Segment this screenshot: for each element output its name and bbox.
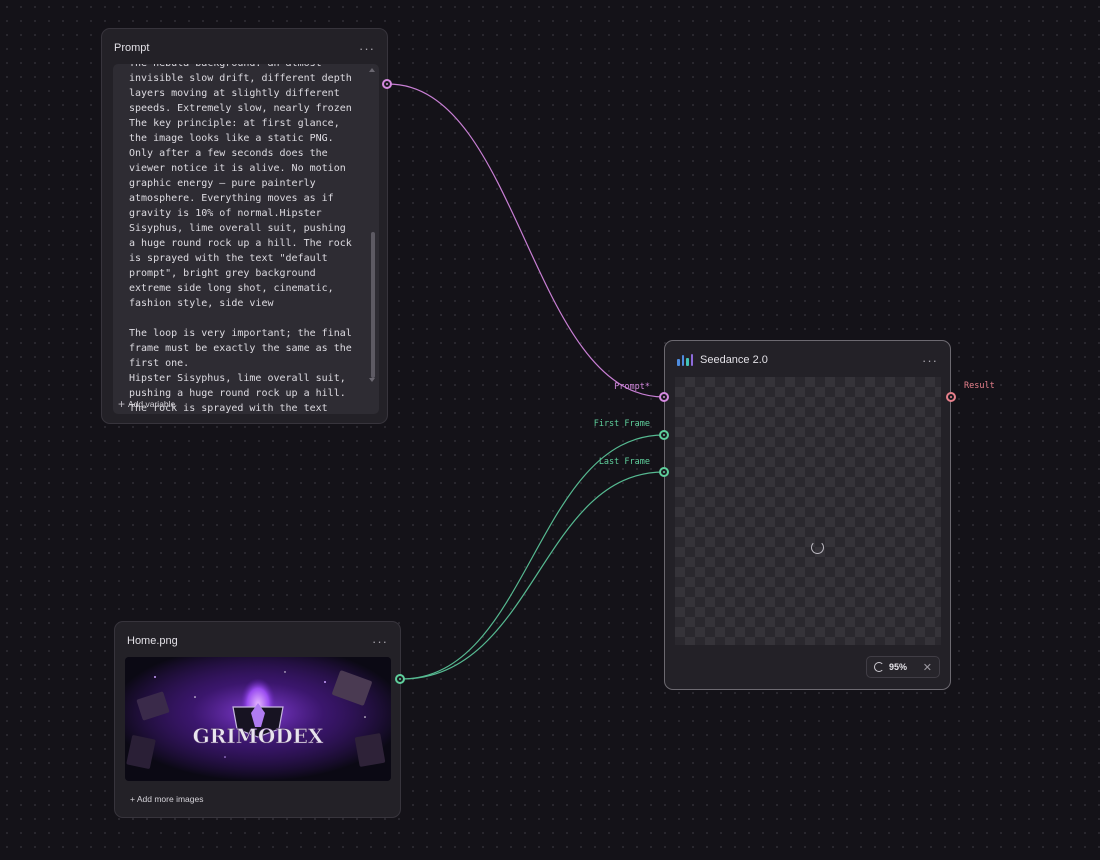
scrollbar-thumb[interactable] [371,232,375,378]
port-label-result: Result [964,381,995,391]
more-options-icon[interactable]: ··· [922,354,938,367]
image-node[interactable]: Home.png ··· GRIMODEX + Add more images [114,621,401,818]
port-label-prompt: Prompt* [614,382,650,392]
image-node-title: Home.png [127,635,178,647]
progress-percent: 95% [889,662,908,672]
result-output-handle[interactable] [946,392,956,402]
progress-spinner-icon [874,662,884,672]
add-variable-label: Add variable [128,399,176,409]
scrollbar[interactable] [370,68,376,382]
wire-image-to-first-frame [400,434,665,680]
add-variable-button[interactable]: + Add variable [118,397,176,411]
port-label-first-frame: First Frame [593,419,650,429]
progress-indicator: 95% ✕ [866,656,940,678]
first-frame-input-handle[interactable] [659,430,669,440]
more-options-icon[interactable]: ··· [372,635,388,648]
wire-image-to-last-frame [400,471,665,680]
prompt-output-handle[interactable] [382,79,392,89]
last-frame-input-handle[interactable] [659,467,669,477]
seedance-node-title: Seedance 2.0 [700,354,768,366]
prompt-textarea[interactable]: The nebula background: an almost invisib… [113,64,379,414]
prompt-node-header[interactable]: Prompt ··· [102,29,387,67]
image-thumbnail[interactable]: GRIMODEX [125,657,391,781]
scroll-down-icon[interactable] [369,378,375,382]
seedance-node[interactable]: Seedance 2.0 ··· 95% ✕ [664,340,951,690]
cancel-icon[interactable]: ✕ [923,661,932,674]
prompt-node-title: Prompt [114,42,150,54]
add-more-images-button[interactable]: + Add more images [130,794,203,804]
more-options-icon[interactable]: ··· [359,42,375,55]
wire-prompt-to-seedance [387,83,665,398]
result-preview [675,377,941,645]
prompt-node[interactable]: Prompt ··· The nebula background: an alm… [101,28,388,424]
port-label-last-frame: Last Frame [598,457,650,467]
image-logo-text: GRIMODEX [193,724,324,748]
plus-icon: + [118,397,126,411]
prompt-text[interactable]: The nebula background: an almost invisib… [129,64,357,414]
grimodex-image: GRIMODEX [125,657,391,781]
image-output-handle[interactable] [395,674,405,684]
seedance-logo-icon [677,354,693,366]
image-node-header[interactable]: Home.png ··· [115,622,400,660]
loading-spinner-icon [811,541,824,554]
prompt-input-handle[interactable] [659,392,669,402]
node-canvas[interactable]: Prompt ··· The nebula background: an alm… [0,0,1100,860]
seedance-node-header[interactable]: Seedance 2.0 ··· [665,341,950,379]
